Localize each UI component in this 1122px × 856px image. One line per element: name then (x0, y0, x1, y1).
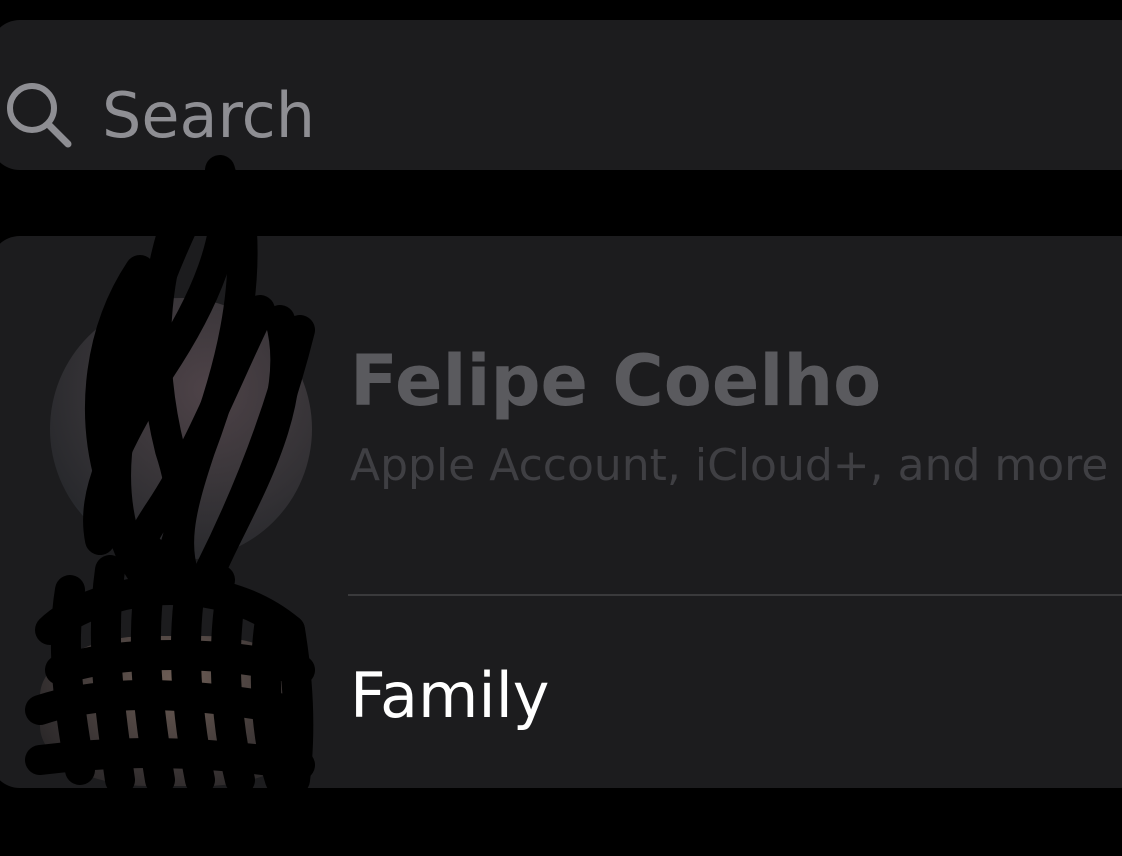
family-label: Family (350, 659, 550, 732)
redaction-scribble (25, 155, 315, 795)
account-name[interactable]: Felipe Coelho (350, 336, 881, 426)
settings-screen: Search Felipe Coelho Apple Account, iClo… (0, 0, 1122, 856)
search-bar[interactable]: Search (0, 20, 1122, 170)
search-input[interactable]: Search (102, 80, 315, 152)
search-icon (2, 78, 74, 150)
account-subtitle: Apple Account, iCloud+, and more (350, 440, 1109, 491)
